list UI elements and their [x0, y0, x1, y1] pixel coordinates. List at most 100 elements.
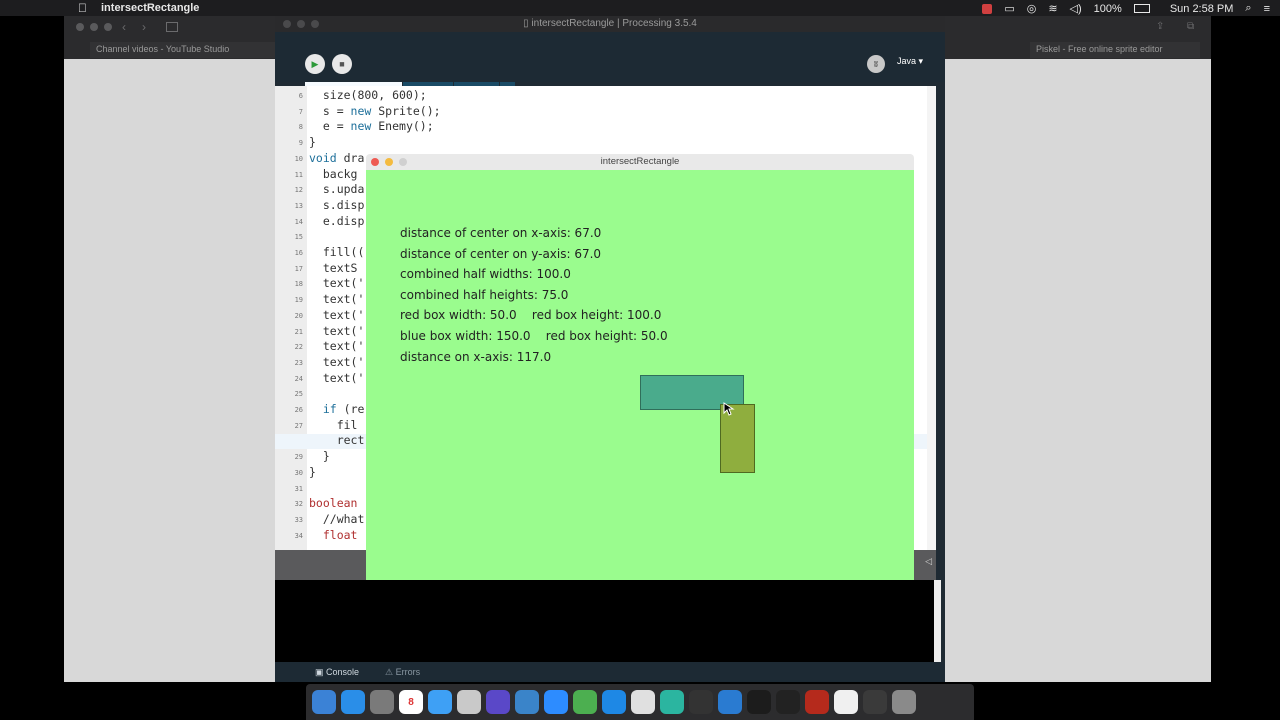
code-line[interactable]: size(800, 600);: [309, 88, 427, 102]
console-scrollbar[interactable]: [934, 580, 941, 662]
close-icon[interactable]: [76, 23, 84, 31]
line-number: 20: [294, 311, 303, 320]
code-line[interactable]: text(': [309, 324, 365, 338]
stop-button[interactable]: ■: [332, 54, 352, 74]
browser-tab-youtube-studio[interactable]: Channel videos - YouTube Studio: [90, 42, 275, 58]
code-line[interactable]: s = new Sprite();: [309, 104, 441, 118]
run-button[interactable]: ▶: [305, 54, 325, 74]
editor-scrollbar[interactable]: [927, 86, 936, 550]
line-number: 8: [298, 123, 303, 132]
info-line: blue box width: 150.0 red box height: 50…: [400, 329, 668, 343]
code-line[interactable]: fil: [309, 418, 358, 432]
apple-menu-icon[interactable]: : [78, 1, 87, 15]
code-line[interactable]: text(': [309, 371, 365, 385]
line-number: 21: [294, 327, 303, 336]
line-number: 10: [294, 154, 303, 163]
bbedit-icon[interactable]: [486, 690, 510, 714]
calendar-icon[interactable]: 8: [399, 690, 423, 714]
code-line[interactable]: void dra: [309, 151, 364, 165]
quicktime-icon[interactable]: [776, 690, 800, 714]
code-line[interactable]: }: [309, 449, 330, 463]
document-icon[interactable]: [834, 690, 858, 714]
code-line[interactable]: text(': [309, 339, 365, 353]
battery-percent[interactable]: 100%: [1094, 3, 1122, 15]
code-line[interactable]: text(': [309, 308, 365, 322]
zoom-icon[interactable]: [399, 158, 407, 166]
app-store-icon[interactable]: [341, 690, 365, 714]
browser-tab-label: Piskel - Free online sprite editor: [1036, 44, 1163, 54]
code-line[interactable]: text(': [309, 276, 365, 290]
clock[interactable]: Sun 2:58 PM: [1170, 3, 1234, 15]
code-line[interactable]: boolean: [309, 496, 357, 510]
collapse-console-icon[interactable]: ◁: [925, 556, 932, 567]
code-line[interactable]: }: [309, 135, 316, 149]
wifi-icon[interactable]: ≋: [1048, 2, 1057, 15]
errors-tab[interactable]: ⚠ Errors: [385, 667, 420, 678]
code-line[interactable]: if (re: [309, 402, 365, 416]
vscode-icon[interactable]: [718, 690, 742, 714]
code-line[interactable]: rect: [309, 433, 365, 447]
mode-selector[interactable]: Java ▾: [897, 56, 923, 67]
line-number: 17: [294, 264, 303, 273]
code-line[interactable]: text(': [309, 355, 365, 369]
code-line[interactable]: textS: [309, 261, 358, 275]
terminal-icon[interactable]: [747, 690, 771, 714]
notification-center-icon[interactable]: ≡: [1264, 3, 1270, 15]
battery-icon: [1133, 4, 1150, 13]
trash-icon[interactable]: [892, 690, 916, 714]
minimize-icon[interactable]: [297, 20, 305, 28]
code-line[interactable]: e = new Enemy();: [309, 119, 434, 133]
minimize-icon[interactable]: [385, 158, 393, 166]
spotlight-icon[interactable]: ⌕: [1245, 2, 1251, 15]
code-line[interactable]: text(': [309, 292, 365, 306]
code-line[interactable]: s.disp: [309, 198, 365, 212]
butterfly-icon: ʬ: [874, 59, 878, 69]
acrobat-icon[interactable]: [805, 690, 829, 714]
screen-icon[interactable]: ▭: [1004, 2, 1014, 15]
console-tab[interactable]: ▣ Console: [315, 667, 359, 678]
safari-icon[interactable]: [602, 690, 626, 714]
preview-icon[interactable]: [457, 690, 481, 714]
zoom-icon[interactable]: [311, 20, 319, 28]
status-icon[interactable]: [982, 3, 993, 14]
active-app-name[interactable]: intersectRectangle: [101, 2, 199, 14]
line-number-gutter: 6 7 8 9 10 11 12 13 14 15 16 17 18 19 20 21 22 23 24 25 26 27…: [275, 86, 307, 550]
share-icon[interactable]: ⇪: [1156, 21, 1164, 32]
code-line[interactable]: float: [309, 528, 358, 542]
system-preferences-icon[interactable]: [370, 690, 394, 714]
zoom-icon[interactable]: [544, 690, 568, 714]
line-number: 33: [294, 515, 303, 524]
keynote-icon[interactable]: [515, 690, 539, 714]
finder-icon[interactable]: [312, 690, 336, 714]
close-icon[interactable]: [283, 20, 291, 28]
code-line[interactable]: fill((: [309, 245, 365, 259]
h-app-icon[interactable]: [660, 690, 684, 714]
info-line: distance on x-axis: 117.0: [400, 349, 552, 364]
debugger-button[interactable]: ʬ: [867, 55, 885, 73]
close-icon[interactable]: [371, 158, 379, 166]
code-keyword: new: [350, 119, 372, 134]
code-line[interactable]: }: [309, 465, 316, 479]
code-line[interactable]: e.disp: [309, 214, 365, 228]
minimized-window-icon[interactable]: [863, 690, 887, 714]
minimize-icon[interactable]: [90, 23, 98, 31]
messages-icon[interactable]: [428, 690, 452, 714]
code-line[interactable]: //what: [309, 512, 365, 526]
code-line[interactable]: s.upda: [309, 182, 365, 196]
code-line[interactable]: backg: [309, 167, 358, 181]
info-line: combined half widths: 100.0: [400, 267, 571, 282]
back-icon[interactable]: ‹: [122, 20, 126, 34]
code-keyword: void: [309, 150, 337, 165]
browser-tab-piskel[interactable]: Piskel - Free online sprite editor: [1030, 42, 1200, 58]
line-number: 34: [294, 531, 303, 540]
volume-icon[interactable]: ◁): [1070, 2, 1082, 15]
chrome-icon[interactable]: [631, 690, 655, 714]
zoom-icon[interactable]: [104, 23, 112, 31]
processing-icon[interactable]: [689, 690, 713, 714]
tabs-overview-icon[interactable]: ⧉: [1187, 21, 1194, 32]
sync-icon[interactable]: ◎: [1027, 2, 1037, 15]
sketch-canvas[interactable]: distance of center on x-axis: 67.0 distan…: [366, 170, 914, 580]
forward-icon[interactable]: ›: [142, 20, 146, 34]
codea-icon[interactable]: [573, 690, 597, 714]
sidebar-icon[interactable]: [166, 22, 178, 32]
